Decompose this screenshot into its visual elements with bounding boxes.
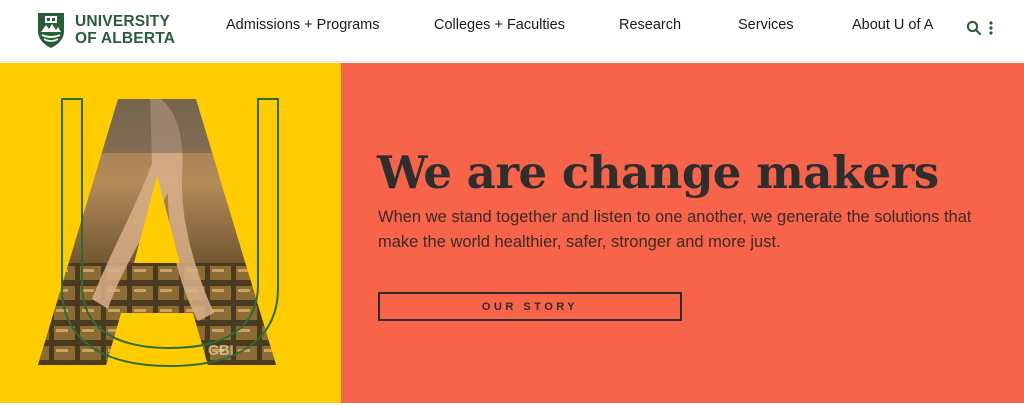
nav-services[interactable]: Services [738,17,794,33]
nav-about[interactable]: About U of A [852,17,933,33]
hero-body-text: When we stand together and listen to one… [378,208,972,251]
logo-line-1: UNIVERSITY [75,13,171,30]
ua-letter-art: CBI [38,98,279,368]
logo-line-2: OF ALBERTA [75,30,176,47]
search-icon[interactable] [966,20,982,36]
site-header: UNIVERSITY OF ALBERTA Admissions + Progr… [0,0,1024,62]
nav-admissions-programs[interactable]: Admissions + Programs [226,17,380,33]
nav-colleges-faculties[interactable]: Colleges + Faculties [434,17,565,33]
our-story-button[interactable]: OUR STORY [378,292,682,321]
nav-research[interactable]: Research [619,17,681,33]
photo-in-letter-a: CBI [38,99,276,365]
header-actions [966,20,994,36]
logo-wordmark: UNIVERSITY OF ALBERTA [75,13,175,47]
crest-icon [38,13,64,48]
more-vertical-icon[interactable] [988,20,994,36]
hero-content-panel: We are change makers When we stand toget… [341,63,1024,403]
hero-title: We are change makers [377,146,939,199]
hero-art-panel: CBI [0,63,341,403]
university-logo[interactable]: UNIVERSITY OF ALBERTA [36,11,175,49]
